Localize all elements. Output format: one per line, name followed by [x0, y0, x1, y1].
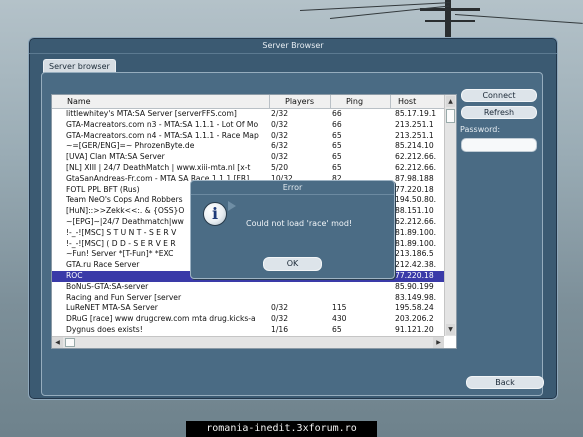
server-name: LuReNET MTA-SA Server: [66, 303, 158, 313]
server-name: [UVA] Clan MTA:SA Server: [66, 152, 165, 162]
server-list-header: Name Players Ping Host: [52, 95, 444, 109]
server-players: 0/32: [271, 119, 289, 129]
server-host: 77.220.18: [395, 270, 434, 280]
server-host: 85.90.199: [395, 281, 434, 291]
server-name: Dygnus does exists!: [66, 324, 143, 334]
server-host: 62.212.66.: [395, 152, 437, 162]
server-host: 77.220.18: [395, 184, 434, 194]
server-row[interactable]: GTA-Macreators.com n4 - MTA:SA 1.1.1 - R…: [52, 131, 444, 142]
watermark-text: romania-inedit.3xforum.ro: [186, 421, 377, 437]
info-icon-pointer: [228, 201, 236, 211]
server-host: 213.186.5: [395, 249, 434, 259]
server-row[interactable]: DRuG [race] www drugcrew.com mta drug.ki…: [52, 314, 444, 325]
server-name: littlewhitey's MTA:SA Server [serverFFS.…: [66, 109, 237, 118]
server-host: 212.42.38.: [395, 260, 437, 270]
password-label: Password:: [460, 125, 501, 134]
server-host: 62.212.66.: [395, 162, 437, 172]
server-players: 0/32: [271, 314, 289, 324]
column-header-name[interactable]: Name: [52, 95, 270, 108]
server-players: 1/16: [271, 324, 289, 334]
server-players: 0/32: [271, 152, 289, 162]
back-button[interactable]: Back: [466, 376, 544, 389]
server-ping: 65: [332, 152, 342, 162]
server-row[interactable]: ~=[GER/ENG]=~ PhrozenByte.de 6/32 65 85.214…: [52, 141, 444, 152]
refresh-button[interactable]: Refresh: [461, 106, 537, 119]
server-name: Racing and Fun Server [server: [66, 292, 182, 302]
horizontal-scroll-thumb[interactable]: [65, 338, 75, 347]
server-ping: 65: [332, 324, 342, 334]
utility-pole-crossbar: [425, 20, 475, 22]
server-ping: 66: [332, 109, 342, 118]
server-players: 5/20: [271, 162, 289, 172]
scroll-down-icon[interactable]: ▼: [446, 324, 455, 335]
server-row[interactable]: [UVA] Clan MTA:SA Server 0/32 65 62.212.66.: [52, 152, 444, 163]
password-field[interactable]: [461, 138, 537, 152]
server-ping: 115: [332, 303, 347, 313]
server-host: 195.58.24: [395, 303, 434, 313]
connect-button[interactable]: Connect: [461, 89, 537, 102]
server-host: 213.251.1: [395, 130, 434, 140]
column-header-host[interactable]: Host: [391, 95, 444, 108]
server-name: DRuG [race] www drugcrew.com mta drug.ki…: [66, 314, 256, 324]
tab-server-browser[interactable]: Server browser: [43, 59, 116, 73]
server-ping: 430: [332, 314, 347, 324]
column-header-players[interactable]: Players: [270, 95, 331, 108]
server-row[interactable]: GTA-Macreators.com n3 - MTA:SA 1.1.1 - L…: [52, 120, 444, 131]
info-icon: i: [203, 202, 227, 226]
server-host: 88.151.10: [395, 206, 434, 216]
server-ping: 65: [332, 162, 342, 172]
server-players: 0/32: [271, 303, 289, 313]
server-row[interactable]: Racing and Fun Server [server 83.149.98.: [52, 293, 444, 304]
server-host: 81.89.100.: [395, 238, 437, 248]
horizontal-scrollbar[interactable]: ◀ ▶: [52, 336, 444, 348]
server-row[interactable]: [NL] XIII | 24/7 DeathMatch | www.xiii-m…: [52, 163, 444, 174]
vertical-scrollbar[interactable]: ▲ ▼: [444, 95, 456, 336]
ok-button[interactable]: OK: [263, 257, 322, 271]
scroll-right-icon[interactable]: ▶: [433, 337, 444, 348]
error-dialog: Error i Could not load 'race' mod! OK: [190, 180, 395, 279]
server-host: 62.212.66.: [395, 216, 437, 226]
window-title: Server Browser: [29, 38, 557, 54]
vertical-scroll-thumb[interactable]: [446, 109, 455, 123]
power-wire: [454, 14, 583, 24]
server-name: BoNuS-GTA:SA-server: [66, 281, 149, 291]
server-host: 213.251.1: [395, 119, 434, 129]
server-players: 6/32: [271, 141, 289, 151]
server-name: ~=[GER/ENG]=~ PhrozenByte.de: [66, 141, 195, 151]
server-row[interactable]: Dygnus does exists! 1/16 65 91.121.20: [52, 325, 444, 336]
server-name: GTA-Macreators.com n4 - MTA:SA 1.1.1 - R…: [66, 130, 259, 140]
scroll-left-icon[interactable]: ◀: [52, 337, 63, 348]
scroll-up-icon[interactable]: ▲: [446, 96, 455, 107]
server-ping: 65: [332, 141, 342, 151]
server-name: GTA-Macreators.com n3 - MTA:SA 1.1.1 - L…: [66, 119, 259, 129]
server-name: [NL] XIII | 24/7 DeathMatch | www.xiii-m…: [66, 162, 251, 172]
server-host: 87.98.188: [395, 173, 434, 183]
server-ping: 65: [332, 130, 342, 140]
server-ping: 66: [332, 119, 342, 129]
server-host: 194.50.80.: [395, 195, 437, 205]
server-host: 85.214.10: [395, 141, 434, 151]
error-message: Could not load 'race' mod!: [246, 219, 353, 228]
server-host: 83.149.98.: [395, 292, 437, 302]
server-row[interactable]: LuReNET MTA-SA Server 0/32 115 195.58.24: [52, 303, 444, 314]
column-header-ping[interactable]: Ping: [331, 95, 391, 108]
server-row[interactable]: littlewhitey's MTA:SA Server [serverFFS.…: [52, 109, 444, 120]
server-host: 85.17.19.1: [395, 109, 437, 118]
server-players: 0/32: [271, 130, 289, 140]
server-players: 2/32: [271, 109, 289, 118]
server-row[interactable]: BoNuS-GTA:SA-server 85.90.199: [52, 282, 444, 293]
server-host: 81.89.100.: [395, 227, 437, 237]
server-host: 203.206.2: [395, 314, 434, 324]
server-host: 91.121.20: [395, 324, 434, 334]
error-dialog-title: Error: [191, 181, 394, 195]
